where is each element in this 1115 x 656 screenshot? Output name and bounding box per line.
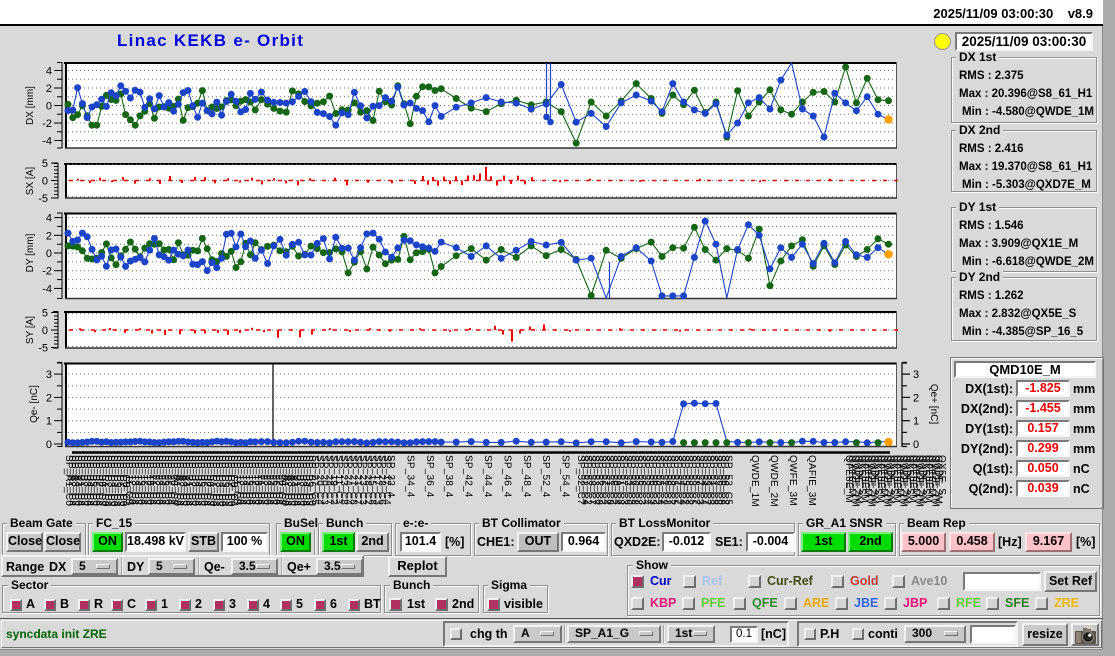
- svg-text:SP_36_4: SP_36_4: [424, 455, 435, 498]
- svg-text:0: 0: [46, 101, 52, 113]
- svg-text:SP_38_4: SP_38_4: [443, 455, 454, 498]
- svg-text:QWFE_3M: QWFE_3M: [787, 455, 798, 506]
- svg-text:SP_48_4: SP_48_4: [521, 455, 532, 498]
- svg-text:0: 0: [46, 439, 52, 451]
- svg-text:SP_44_4: SP_44_4: [482, 455, 493, 498]
- svg-text:SX [A]: SX [A]: [25, 167, 36, 196]
- svg-text:3: 3: [913, 369, 919, 381]
- svg-text:SP_42_4: SP_42_4: [463, 455, 474, 498]
- svg-text:SP_53_C5: SP_53_C5: [723, 455, 734, 505]
- svg-text:-5: -5: [38, 343, 48, 355]
- svg-text:SP_52_4: SP_52_4: [540, 455, 551, 498]
- svg-text:0: 0: [42, 325, 48, 337]
- svg-text:SP_32_4: SP_32_4: [385, 455, 396, 498]
- svg-text:0: 0: [46, 248, 52, 260]
- svg-text:DX [mm]: DX [mm]: [25, 86, 36, 125]
- svg-text:QWDE_1M: QWDE_1M: [749, 455, 760, 507]
- svg-text:2: 2: [46, 83, 52, 95]
- svg-text:SP_54_4: SP_54_4: [560, 455, 571, 498]
- svg-text:1: 1: [46, 416, 52, 428]
- svg-text:-2: -2: [42, 266, 52, 278]
- svg-text:DY [mm]: DY [mm]: [25, 233, 36, 272]
- svg-text:QAFIE_3M: QAFIE_3M: [806, 455, 817, 506]
- svg-text:5: 5: [42, 308, 48, 320]
- svg-text:0: 0: [913, 439, 919, 451]
- svg-text:QX5E_S: QX5E_S: [936, 455, 947, 495]
- svg-text:Qe+ [nC]: Qe+ [nC]: [928, 384, 939, 425]
- svg-text:3: 3: [46, 369, 52, 381]
- svg-text:SY [A]: SY [A]: [25, 316, 36, 344]
- svg-text:2: 2: [913, 392, 919, 404]
- svg-text:SP_46_4: SP_46_4: [501, 455, 512, 498]
- svg-text:-4: -4: [42, 136, 52, 148]
- svg-text:1: 1: [913, 416, 919, 428]
- svg-text:5: 5: [42, 158, 48, 170]
- svg-text:QWDE_2M: QWDE_2M: [768, 455, 779, 507]
- svg-text:Qe- [nC]: Qe- [nC]: [29, 385, 40, 423]
- svg-text:2: 2: [46, 230, 52, 242]
- svg-text:-2: -2: [42, 118, 52, 130]
- svg-text:-5: -5: [38, 193, 48, 205]
- svg-text:2: 2: [46, 392, 52, 404]
- svg-text:4: 4: [46, 66, 52, 78]
- svg-text:0: 0: [42, 176, 48, 188]
- svg-text:-4: -4: [42, 283, 52, 295]
- svg-text:4: 4: [46, 213, 52, 225]
- svg-text:SP_34_4: SP_34_4: [404, 455, 415, 498]
